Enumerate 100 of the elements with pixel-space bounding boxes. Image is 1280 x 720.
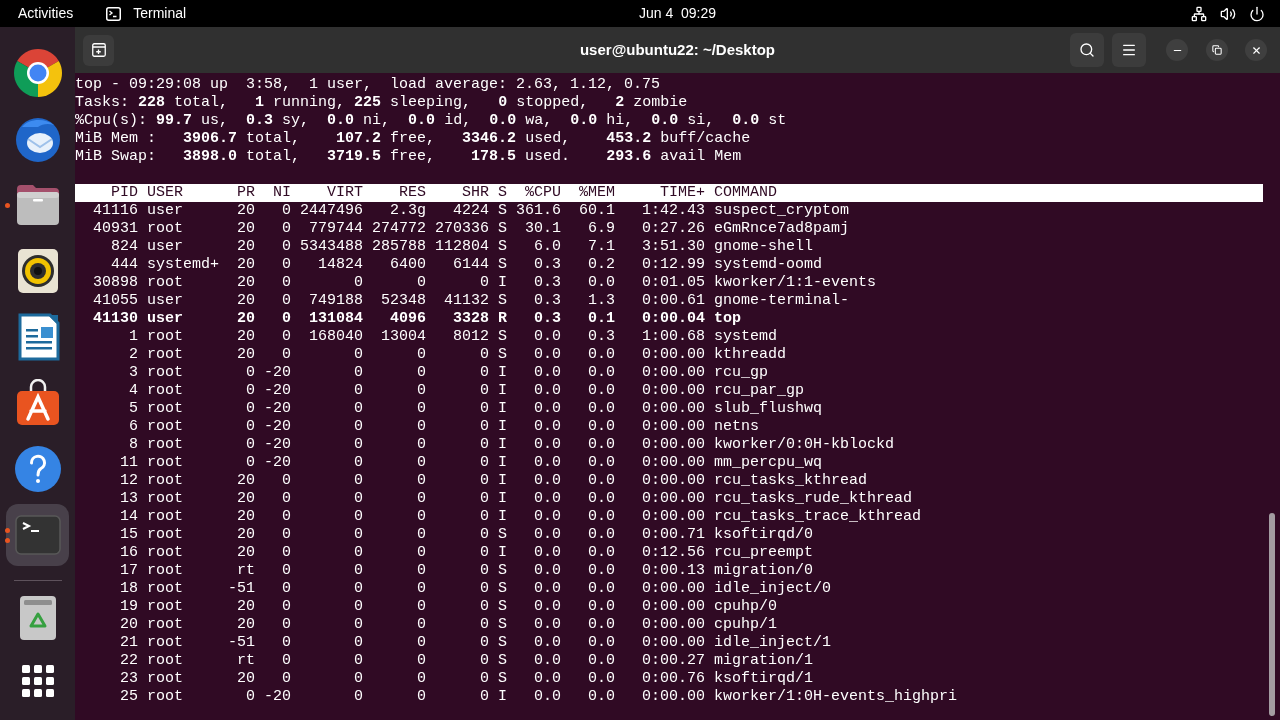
table-cell: root (147, 508, 183, 526)
table-cell: 0 (480, 274, 489, 292)
table-cell: 0 (246, 418, 255, 436)
table-cell: 22 (120, 652, 138, 670)
table-cell: 0 (282, 202, 291, 220)
table-cell: 0 (354, 364, 363, 382)
table-cell: S (498, 634, 507, 652)
table-cell: -51 (228, 634, 255, 652)
table-cell: 0.3 (534, 256, 561, 274)
browser-icon (13, 49, 62, 97)
activities-button[interactable]: Activities (10, 0, 82, 27)
table-cell: 0 (282, 220, 291, 238)
table-cell: 7.1 (588, 238, 615, 256)
table-cell: 4224 (453, 202, 489, 220)
table-cell: 0 (480, 598, 489, 616)
table-cell: root (147, 490, 183, 508)
table-cell: 0 (282, 508, 291, 526)
table-cell: 0:00.00 (642, 400, 705, 418)
table-cell: netns (714, 418, 759, 436)
table-cell: kthreadd (714, 346, 786, 364)
new-tab-button[interactable] (83, 34, 114, 66)
table-cell: S (498, 346, 507, 364)
app-menu-button[interactable]: Terminal (102, 0, 191, 27)
table-cell: 15 (120, 526, 138, 544)
table-cell: 0 (354, 562, 363, 580)
close-button[interactable] (1245, 39, 1267, 61)
table-cell: rcu_par_gp (714, 382, 804, 400)
table-cell: cpuhp/0 (714, 598, 777, 616)
power-icon[interactable] (1249, 5, 1265, 22)
terminal-icon (106, 6, 122, 21)
table-cell: user (147, 310, 183, 328)
table-cell: 6144 (453, 256, 489, 274)
table-cell: ksoftirqd/1 (714, 670, 814, 688)
column-header: S (498, 184, 507, 202)
table-cell: -20 (264, 364, 291, 382)
table-cell: 0.0 (588, 382, 615, 400)
table-cell: S (498, 328, 507, 346)
table-cell: S (498, 580, 507, 598)
table-cell: systemd (714, 328, 777, 346)
table-cell: I (498, 418, 507, 436)
maximize-button[interactable] (1206, 39, 1228, 61)
scrollbar-thumb[interactable] (1269, 513, 1275, 716)
table-cell: idle_inject/0 (714, 580, 832, 598)
table-cell: 0:00.00 (642, 346, 705, 364)
table-cell: root (147, 472, 183, 490)
table-cell: 20 (237, 346, 255, 364)
volume-icon[interactable] (1220, 5, 1236, 22)
table-cell: 0 (480, 490, 489, 508)
table-cell: 0 (480, 472, 489, 490)
table-cell: rcu_tasks_trace_kthread (714, 508, 922, 526)
table-cell: 3:51.30 (642, 238, 705, 256)
table-cell: 0 (480, 346, 489, 364)
table-cell: 3 (129, 364, 138, 382)
table-cell: 0.0 (588, 580, 615, 598)
table-cell: 0:00.04 (642, 310, 705, 328)
table-cell: 30898 (93, 274, 138, 292)
table-cell: 14824 (318, 256, 363, 274)
column-header: NI (273, 184, 291, 202)
table-cell: 8012 (453, 328, 489, 346)
table-cell: 112804 (435, 238, 489, 256)
table-cell: 13 (120, 490, 138, 508)
table-cell: 23 (120, 670, 138, 688)
table-cell: 0.0 (534, 616, 561, 634)
summary-line: top - 09:29:08 up 3:58, 1 user, load average: 2.63, 1.12, 0.75 (75, 76, 662, 94)
new-tab-icon (91, 43, 106, 57)
clock-button[interactable]: Jun 4 09:29 (631, 0, 725, 27)
table-cell: 20 (120, 616, 138, 634)
table-cell: 0.0 (588, 400, 615, 418)
table-cell: 0:00.00 (642, 418, 705, 436)
table-cell: 0 (417, 598, 426, 616)
table-cell: 0.3 (534, 274, 561, 292)
table-cell: 0.0 (534, 436, 561, 454)
table-cell: 1.3 (588, 292, 615, 310)
menu-button[interactable] (1112, 33, 1146, 67)
table-cell: 0.0 (534, 544, 561, 562)
table-cell: 6 (129, 418, 138, 436)
table-cell: S (498, 652, 507, 670)
table-cell: 0 (354, 472, 363, 490)
table-cell: -20 (264, 688, 291, 706)
table-cell: 0:00.00 (642, 364, 705, 382)
table-cell: systemd-oomd (714, 256, 823, 274)
table-cell: 41116 (93, 202, 138, 220)
table-cell: migration/0 (714, 562, 814, 580)
table-cell: 0 (417, 436, 426, 454)
network-icon[interactable] (1191, 5, 1207, 22)
table-cell: 0.0 (534, 598, 561, 616)
table-cell: 18 (120, 580, 138, 598)
table-cell: I (498, 274, 507, 292)
table-cell: 0 (282, 346, 291, 364)
table-cell: kworker/1:0H-events_highpri (714, 688, 958, 706)
table-cell: 0.0 (588, 274, 615, 292)
table-cell: 2.3g (390, 202, 426, 220)
table-cell: root (147, 526, 183, 544)
table-cell: 0 (417, 544, 426, 562)
column-header: RES (399, 184, 426, 202)
table-cell: root (147, 580, 183, 598)
table-cell: 0.3 (534, 310, 561, 328)
table-cell: gnome-terminal- (714, 292, 850, 310)
search-button[interactable] (1070, 33, 1104, 67)
table-cell: 0:00.71 (642, 526, 705, 544)
